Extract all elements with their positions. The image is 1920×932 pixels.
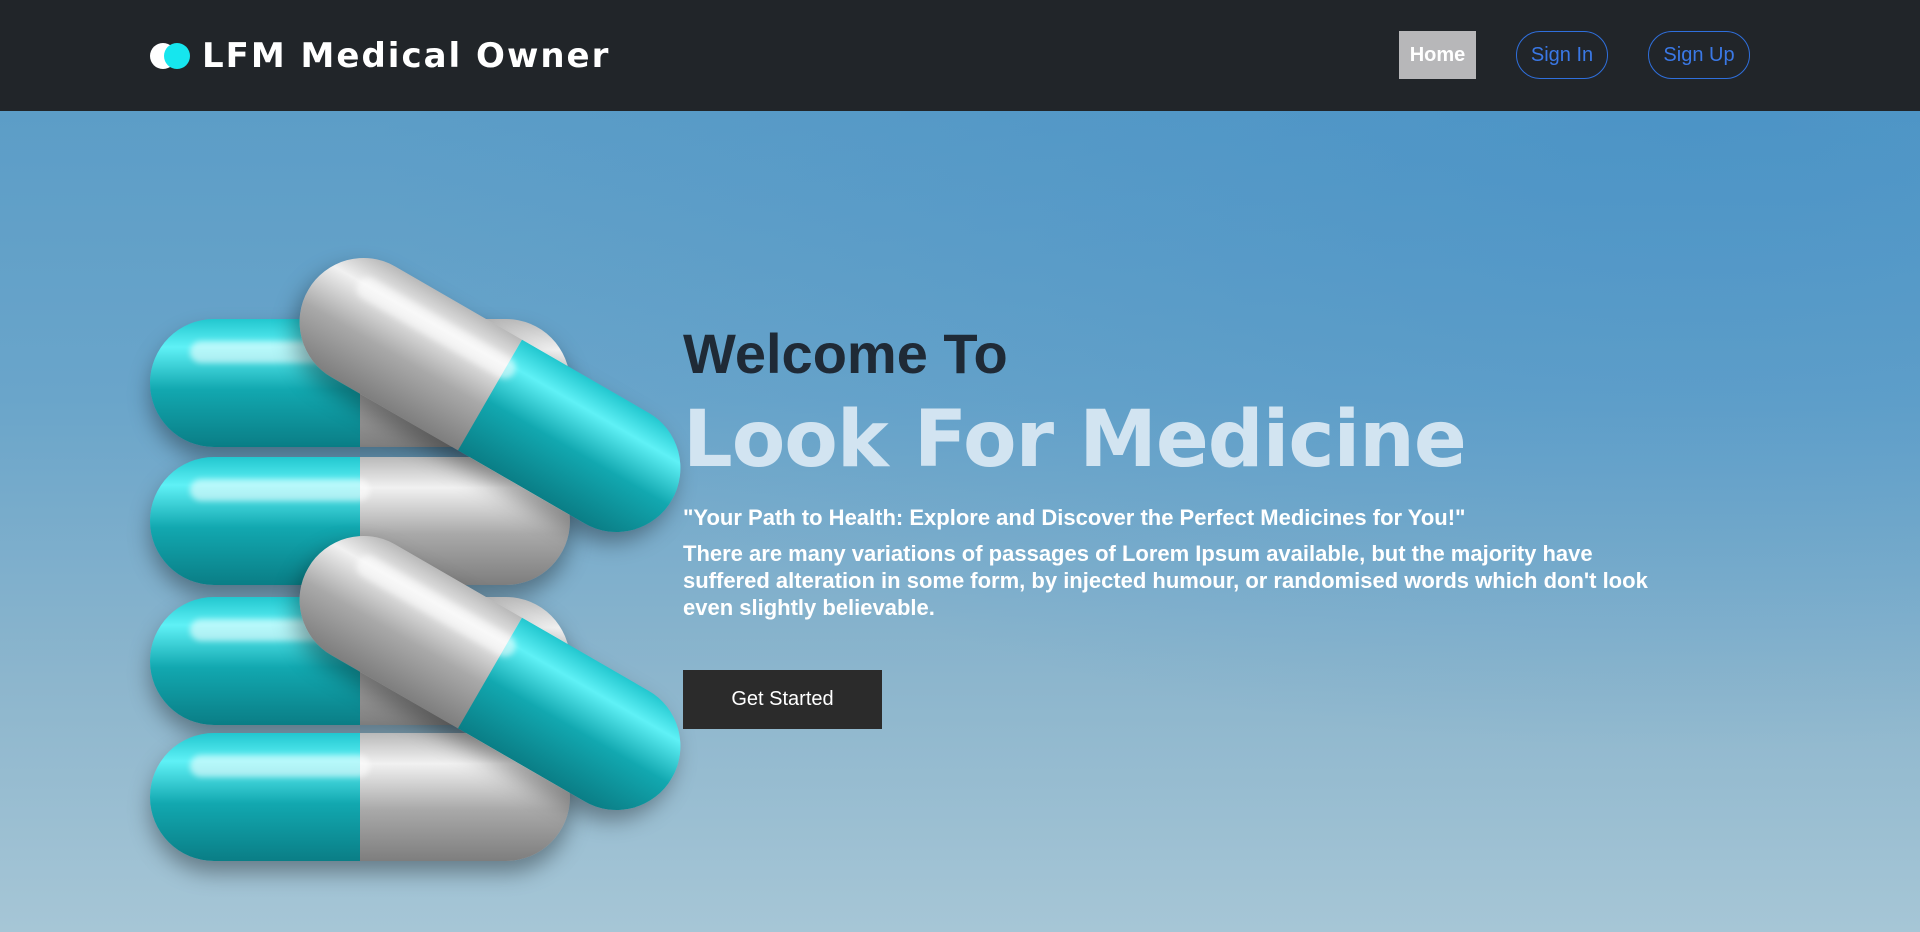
nav-home-button[interactable]: Home [1399, 31, 1476, 79]
navbar: LFM Medical Owner Home Sign In Sign Up [0, 0, 1920, 111]
capsules-illustration [140, 211, 704, 911]
nav-sign-up-button[interactable]: Sign Up [1648, 31, 1750, 79]
welcome-heading: Welcome To [683, 322, 1008, 385]
brand-name: LFM Medical Owner [202, 36, 611, 76]
hero-section: Welcome To Look For Medicine "Your Path … [0, 111, 1920, 932]
nav-sign-in-button[interactable]: Sign In [1516, 31, 1608, 79]
hero-description: There are many variations of passages of… [683, 541, 1648, 620]
hero-title: Look For Medicine [683, 395, 1467, 485]
brand-logo-icon [148, 41, 194, 71]
hero-tagline: "Your Path to Health: Explore and Discov… [683, 505, 1466, 530]
hero-text: Welcome To Look For Medicine "Your Path … [683, 322, 1693, 621]
logo-cyan-dot [164, 43, 190, 69]
get-started-button[interactable]: Get Started [683, 670, 882, 729]
brand[interactable]: LFM Medical Owner [148, 34, 610, 78]
